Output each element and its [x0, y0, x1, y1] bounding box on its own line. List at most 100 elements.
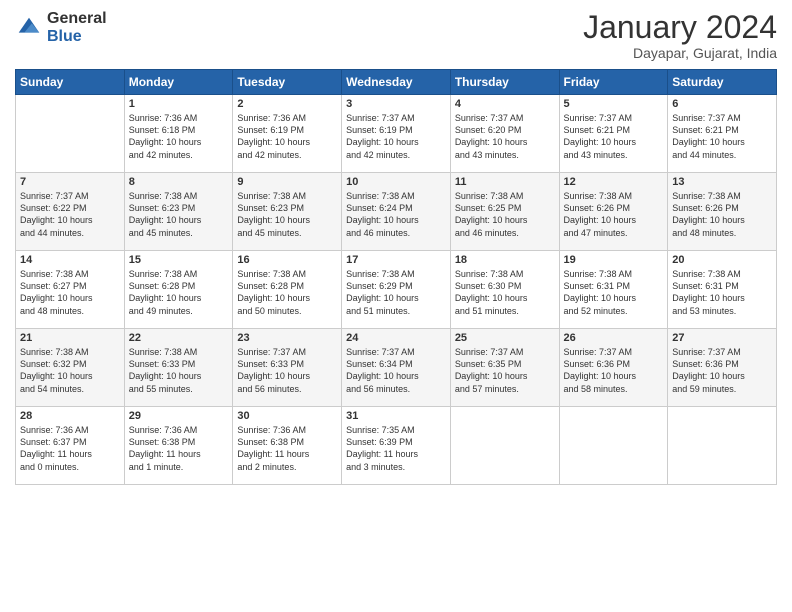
- calendar-cell: 23 Sunrise: 7:37 AM Sunset: 6:33 PM Dayli…: [233, 329, 342, 407]
- day-info: Sunrise: 7:37 AM Sunset: 6:22 PM Dayligh…: [20, 190, 120, 239]
- day-number: 19: [564, 254, 664, 266]
- calendar-cell: 11Sunrise: 7:38 AM Sunset: 6:25 PM Dayli…: [450, 173, 559, 251]
- day-info: Sunrise: 7:38 AM Sunset: 6:28 PM Dayligh…: [129, 268, 229, 317]
- calendar-cell: 31Sunrise: 7:35 AM Sunset: 6:39 PM Dayli…: [342, 407, 451, 485]
- day-number: 5: [564, 98, 664, 110]
- day-info: Sunrise: 7:37 AM Sunset: 6:20 PM Dayligh…: [455, 112, 555, 161]
- day-number: 17: [346, 254, 446, 266]
- day-info: Sunrise: 7:38 AM Sunset: 6:29 PM Dayligh…: [346, 268, 446, 317]
- day-info: Sunrise: 7:38 AM Sunset: 6:26 PM Dayligh…: [672, 190, 772, 239]
- weekday-header-wednesday: Wednesday: [342, 70, 451, 95]
- day-number: 20: [672, 254, 772, 266]
- calendar-table: SundayMondayTuesdayWednesdayThursdayFrid…: [15, 69, 777, 485]
- calendar-cell: 2 Sunrise: 7:36 AM Sunset: 6:19 PM Daylig…: [233, 95, 342, 173]
- calendar-cell: 19 Sunrise: 7:38 AM Sunset: 6:31 PM Dayli…: [559, 251, 668, 329]
- week-row-4: 21 Sunrise: 7:38 AM Sunset: 6:32 PM Dayli…: [16, 329, 777, 407]
- weekday-header-thursday: Thursday: [450, 70, 559, 95]
- calendar-cell: 12 Sunrise: 7:38 AM Sunset: 6:26 PM Dayli…: [559, 173, 668, 251]
- weekday-header-sunday: Sunday: [16, 70, 125, 95]
- day-info: Sunrise: 7:38 AM Sunset: 6:31 PM Dayligh…: [564, 268, 664, 317]
- calendar-cell: 30Sunrise: 7:36 AM Sunset: 6:38 PM Dayli…: [233, 407, 342, 485]
- calendar-cell: 7 Sunrise: 7:37 AM Sunset: 6:22 PM Daylig…: [16, 173, 125, 251]
- day-info: Sunrise: 7:36 AM Sunset: 6:19 PM Dayligh…: [237, 112, 337, 161]
- day-info: Sunrise: 7:37 AM Sunset: 6:19 PM Dayligh…: [346, 112, 446, 161]
- day-number: 10: [346, 176, 446, 188]
- calendar-cell: 17 Sunrise: 7:38 AM Sunset: 6:29 PM Dayli…: [342, 251, 451, 329]
- day-info: Sunrise: 7:38 AM Sunset: 6:23 PM Dayligh…: [129, 190, 229, 239]
- weekday-header-tuesday: Tuesday: [233, 70, 342, 95]
- calendar-cell: 13 Sunrise: 7:38 AM Sunset: 6:26 PM Dayli…: [668, 173, 777, 251]
- calendar-cell: 8 Sunrise: 7:38 AM Sunset: 6:23 PM Daylig…: [124, 173, 233, 251]
- calendar-cell: [668, 407, 777, 485]
- day-info: Sunrise: 7:37 AM Sunset: 6:21 PM Dayligh…: [564, 112, 664, 161]
- weekday-header-monday: Monday: [124, 70, 233, 95]
- day-info: Sunrise: 7:38 AM Sunset: 6:31 PM Dayligh…: [672, 268, 772, 317]
- calendar-cell: [450, 407, 559, 485]
- weekday-header-row: SundayMondayTuesdayWednesdayThursdayFrid…: [16, 70, 777, 95]
- logo-blue: Blue: [47, 28, 107, 46]
- calendar-cell: 28 Sunrise: 7:36 AM Sunset: 6:37 PM Dayli…: [16, 407, 125, 485]
- header: General Blue January 2024 Dayapar, Gujar…: [15, 10, 777, 61]
- calendar-cell: 29 Sunrise: 7:36 AM Sunset: 6:38 PM Dayli…: [124, 407, 233, 485]
- logo-icon: [15, 14, 43, 42]
- month-title: January 2024: [583, 10, 777, 45]
- day-number: 28: [20, 410, 120, 422]
- calendar-cell: [16, 95, 125, 173]
- day-info: Sunrise: 7:38 AM Sunset: 6:25 PM Dayligh…: [455, 190, 555, 239]
- calendar-cell: 5 Sunrise: 7:37 AM Sunset: 6:21 PM Daylig…: [559, 95, 668, 173]
- day-number: 25: [455, 332, 555, 344]
- day-number: 6: [672, 98, 772, 110]
- calendar-cell: 3 Sunrise: 7:37 AM Sunset: 6:19 PM Daylig…: [342, 95, 451, 173]
- day-number: 27: [672, 332, 772, 344]
- calendar-cell: 24Sunrise: 7:37 AM Sunset: 6:34 PM Dayli…: [342, 329, 451, 407]
- day-number: 22: [129, 332, 229, 344]
- day-number: 2: [237, 98, 337, 110]
- day-number: 21: [20, 332, 120, 344]
- calendar-cell: 15 Sunrise: 7:38 AM Sunset: 6:28 PM Dayli…: [124, 251, 233, 329]
- calendar-cell: 4 Sunrise: 7:37 AM Sunset: 6:20 PM Daylig…: [450, 95, 559, 173]
- day-number: 8: [129, 176, 229, 188]
- day-number: 12: [564, 176, 664, 188]
- week-row-1: 1 Sunrise: 7:36 AM Sunset: 6:18 PM Daylig…: [16, 95, 777, 173]
- day-info: Sunrise: 7:35 AM Sunset: 6:39 PM Dayligh…: [346, 424, 446, 473]
- calendar-cell: 21 Sunrise: 7:38 AM Sunset: 6:32 PM Dayli…: [16, 329, 125, 407]
- day-info: Sunrise: 7:38 AM Sunset: 6:27 PM Dayligh…: [20, 268, 120, 317]
- day-number: 1: [129, 98, 229, 110]
- day-number: 30: [237, 410, 337, 422]
- page: General Blue January 2024 Dayapar, Gujar…: [0, 0, 792, 612]
- day-info: Sunrise: 7:36 AM Sunset: 6:38 PM Dayligh…: [129, 424, 229, 473]
- day-info: Sunrise: 7:38 AM Sunset: 6:26 PM Dayligh…: [564, 190, 664, 239]
- calendar-cell: 18Sunrise: 7:38 AM Sunset: 6:30 PM Dayli…: [450, 251, 559, 329]
- week-row-3: 14 Sunrise: 7:38 AM Sunset: 6:27 PM Dayli…: [16, 251, 777, 329]
- day-number: 3: [346, 98, 446, 110]
- calendar-cell: 9Sunrise: 7:38 AM Sunset: 6:23 PM Daylig…: [233, 173, 342, 251]
- day-number: 23: [237, 332, 337, 344]
- week-row-5: 28 Sunrise: 7:36 AM Sunset: 6:37 PM Dayli…: [16, 407, 777, 485]
- logo: General Blue: [15, 10, 107, 45]
- day-number: 13: [672, 176, 772, 188]
- day-info: Sunrise: 7:37 AM Sunset: 6:36 PM Dayligh…: [564, 346, 664, 395]
- calendar-cell: 6 Sunrise: 7:37 AM Sunset: 6:21 PM Daylig…: [668, 95, 777, 173]
- day-number: 29: [129, 410, 229, 422]
- week-row-2: 7 Sunrise: 7:37 AM Sunset: 6:22 PM Daylig…: [16, 173, 777, 251]
- day-number: 18: [455, 254, 555, 266]
- day-info: Sunrise: 7:37 AM Sunset: 6:21 PM Dayligh…: [672, 112, 772, 161]
- day-number: 14: [20, 254, 120, 266]
- title-block: January 2024 Dayapar, Gujarat, India: [583, 10, 777, 61]
- day-info: Sunrise: 7:37 AM Sunset: 6:33 PM Dayligh…: [237, 346, 337, 395]
- day-info: Sunrise: 7:36 AM Sunset: 6:37 PM Dayligh…: [20, 424, 120, 473]
- calendar-cell: 20 Sunrise: 7:38 AM Sunset: 6:31 PM Dayli…: [668, 251, 777, 329]
- day-number: 4: [455, 98, 555, 110]
- weekday-header-friday: Friday: [559, 70, 668, 95]
- day-info: Sunrise: 7:36 AM Sunset: 6:18 PM Dayligh…: [129, 112, 229, 161]
- weekday-header-saturday: Saturday: [668, 70, 777, 95]
- day-number: 26: [564, 332, 664, 344]
- day-info: Sunrise: 7:38 AM Sunset: 6:24 PM Dayligh…: [346, 190, 446, 239]
- calendar-cell: [559, 407, 668, 485]
- calendar-cell: 25Sunrise: 7:37 AM Sunset: 6:35 PM Dayli…: [450, 329, 559, 407]
- day-info: Sunrise: 7:38 AM Sunset: 6:32 PM Dayligh…: [20, 346, 120, 395]
- day-number: 7: [20, 176, 120, 188]
- day-number: 15: [129, 254, 229, 266]
- day-info: Sunrise: 7:38 AM Sunset: 6:23 PM Dayligh…: [237, 190, 337, 239]
- calendar-cell: 22Sunrise: 7:38 AM Sunset: 6:33 PM Dayli…: [124, 329, 233, 407]
